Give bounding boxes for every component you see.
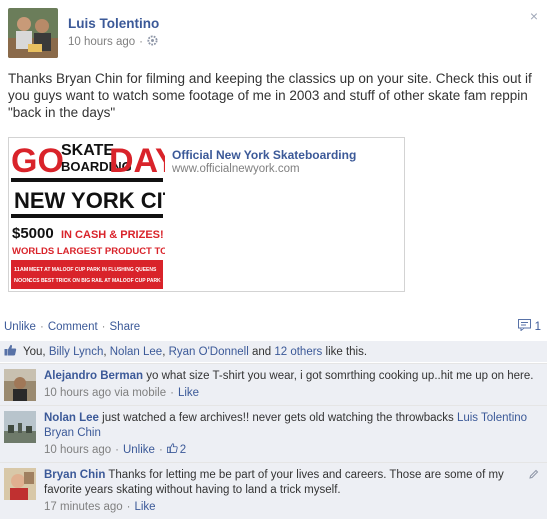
comment-text: yo what size T-shirt you wear, i got som… <box>146 370 534 382</box>
post-timestamp[interactable]: 10 hours ago <box>68 36 135 48</box>
meta-separator: · <box>158 444 163 456</box>
comment-item: Alejandro Berman yo what size T-shirt yo… <box>0 363 547 405</box>
comment-count[interactable]: 1 <box>517 319 541 334</box>
comment-item: Nolan Lee just watched a few archives!! … <box>0 405 547 462</box>
liker-name[interactable]: Nolan Lee <box>110 346 162 358</box>
post-meta: 10 hours ago · <box>68 35 158 49</box>
shared-link-title[interactable]: Official New York Skateboarding <box>172 148 356 162</box>
comment-body: Nolan Lee just watched a few archives!! … <box>44 406 547 462</box>
commenter-avatar[interactable] <box>4 468 36 500</box>
share-link[interactable]: Share <box>110 321 141 333</box>
author-avatar[interactable] <box>8 8 58 58</box>
comment-meta: 10 hours ago · Unlike · 2 <box>44 443 537 458</box>
comment-like-link[interactable]: Like <box>134 500 155 515</box>
commenter-name[interactable]: Bryan Chin <box>44 469 105 481</box>
comment-like-link[interactable]: Like <box>178 386 199 401</box>
likes-suffix: like this. <box>325 345 368 358</box>
commenter-name[interactable]: Alejandro Berman <box>44 370 143 382</box>
comment-item: Bryan Chin Thanks for letting me be part… <box>0 462 547 519</box>
comment-count-value: 1 <box>534 320 541 333</box>
meta-separator: · <box>139 36 143 48</box>
commenter-name[interactable]: Nolan Lee <box>44 412 99 424</box>
comment-bubble-icon <box>517 319 531 334</box>
likes-summary: You, Billy Lynch, Nolan Lee, Ryan O'Donn… <box>0 341 547 363</box>
meta-separator: · <box>115 444 119 456</box>
comment-body: Bryan Chin Thanks for letting me be part… <box>44 463 547 519</box>
close-icon[interactable]: × <box>530 8 538 24</box>
comment-like-count[interactable]: 2 <box>166 443 187 458</box>
poster-skate: SKATE <box>61 142 114 159</box>
comment-meta: 10 hours ago via mobile · Like <box>44 386 537 401</box>
feedback-area: You, Billy Lynch, Nolan Lee, Ryan O'Donn… <box>0 341 547 519</box>
comment-time[interactable]: 10 hours ago <box>44 443 111 458</box>
poster-prize-text: IN CASH & PRIZES! <box>61 229 164 241</box>
commenter-avatar[interactable] <box>4 369 36 401</box>
thumbs-up-icon <box>4 344 17 359</box>
shared-link-box[interactable]: GO SKATE BOARDING DAY NEW YORK CITY $500… <box>8 137 405 292</box>
post-author-name[interactable]: Luis Tolentino <box>68 16 159 31</box>
thumbs-up-icon <box>166 443 178 458</box>
comment-meta: 17 minutes ago · Like <box>44 500 537 515</box>
comment-text: Thanks for letting me be part of your li… <box>44 469 504 496</box>
post-header: Luis Tolentino 10 hours ago · × <box>8 8 538 60</box>
poster-go: GO <box>11 142 64 180</box>
action-separator: · <box>101 321 106 333</box>
post-actions-bar: Unlike · Comment · Share 1 <box>0 313 547 341</box>
meta-separator: · <box>170 387 174 399</box>
gear-icon[interactable] <box>147 35 158 49</box>
shared-link-url: www.officialnewyork.com <box>172 163 300 175</box>
commenter-avatar[interactable] <box>4 411 36 443</box>
comment-link[interactable]: Comment <box>48 321 98 333</box>
post-text: Thanks Bryan Chin for filming and keepin… <box>8 71 532 120</box>
likes-you: You, <box>23 345 46 358</box>
likes-others-link[interactable]: 12 others <box>274 346 322 358</box>
liker-name[interactable]: Ryan O'Donnell <box>169 346 249 358</box>
comment-time[interactable]: 10 hours ago via mobile <box>44 386 166 401</box>
shared-link-image[interactable]: GO SKATE BOARDING DAY NEW YORK CITY $500… <box>9 138 165 291</box>
liker-name[interactable]: Billy Lynch <box>49 346 104 358</box>
unlike-link[interactable]: Unlike <box>4 321 36 333</box>
poster-line2: CCS BEST TRICK ON BIG RAIL AT MALOOF CUP… <box>29 278 161 284</box>
comment-unlike-link[interactable]: Unlike <box>123 443 155 458</box>
poster-line1-tag: 11AM <box>14 267 29 273</box>
comment-body: Alejandro Berman yo what size T-shirt yo… <box>44 364 547 405</box>
edit-pencil-icon[interactable] <box>529 469 539 482</box>
action-separator: · <box>39 321 44 333</box>
poster-prize-amount: $5000 <box>12 225 54 242</box>
poster-city: NEW YORK CITY <box>14 188 165 213</box>
likes-and: and <box>251 345 272 358</box>
poster-toss: WORLDS LARGEST PRODUCT TOSS! <box>12 246 165 257</box>
like-count-value: 2 <box>179 444 187 456</box>
poster-day: DAY <box>109 142 165 180</box>
meta-separator: · <box>126 501 131 513</box>
comment-text: just watched a few archives!! never gets… <box>102 412 454 424</box>
comment-time[interactable]: 17 minutes ago <box>44 500 123 515</box>
poster-line1: MEET AT MALOOF CUP PARK IN FLUSHING QUEE… <box>29 267 157 273</box>
